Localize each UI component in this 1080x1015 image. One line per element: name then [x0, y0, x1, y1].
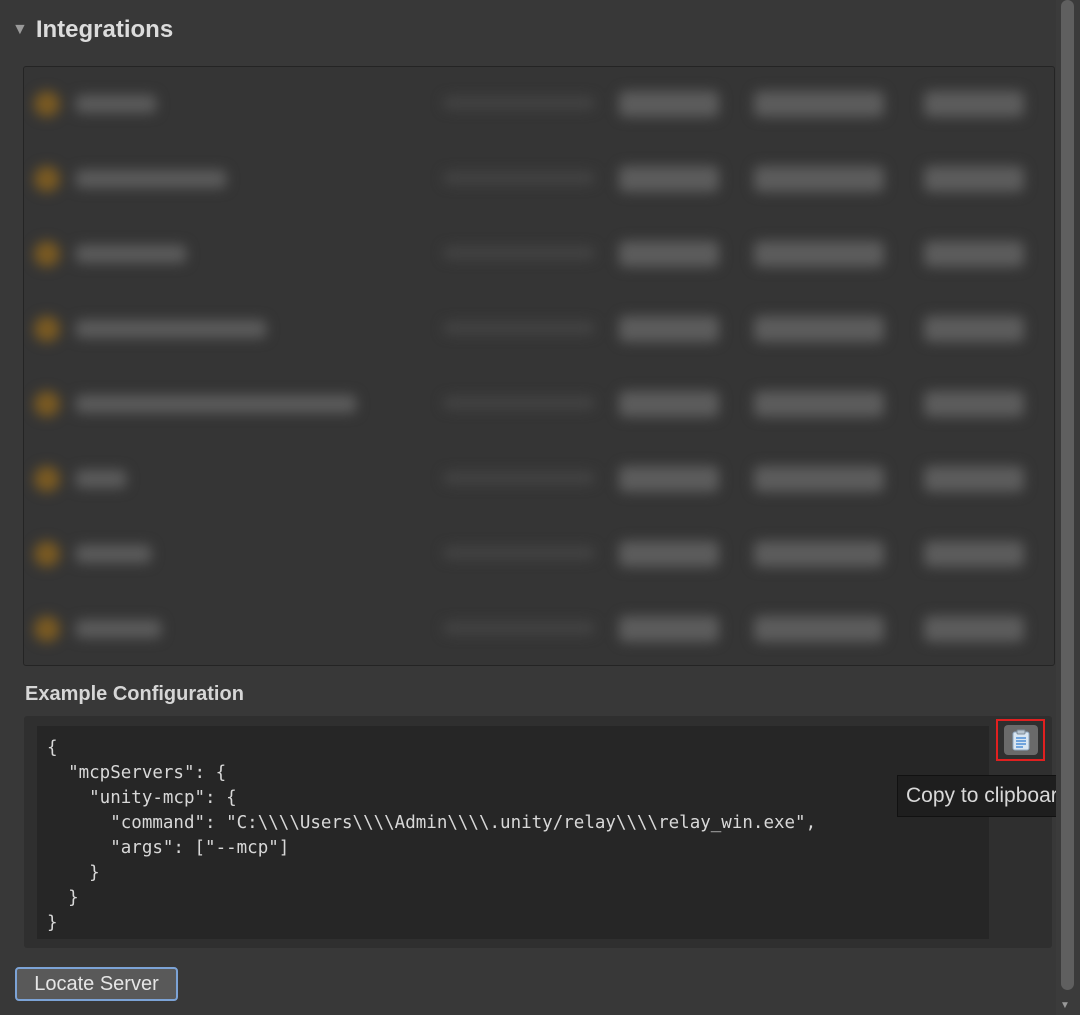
integration-status-redacted: [444, 472, 594, 484]
example-configuration-label: Example Configuration: [25, 683, 244, 705]
integration-status-redacted: [444, 547, 594, 559]
integration-action-button[interactable]: [924, 91, 1024, 117]
integration-row[interactable]: [24, 367, 1054, 441]
integration-action-button[interactable]: [619, 391, 719, 417]
copy-tooltip: Copy to clipboard: [897, 775, 1079, 817]
integrations-title: Integrations: [35, 16, 174, 43]
integration-action-button[interactable]: [924, 241, 1024, 267]
vertical-scrollbar[interactable]: ▼: [1056, 0, 1080, 1015]
integration-name-redacted: [76, 620, 161, 638]
integration-name-redacted: [76, 245, 186, 263]
integration-name-redacted: [76, 95, 156, 113]
integration-name-redacted: [76, 320, 266, 338]
scrollbar-thumb[interactable]: [1061, 0, 1074, 990]
integration-status-redacted: [444, 322, 594, 334]
integration-status-redacted: [444, 172, 594, 184]
integration-row[interactable]: [24, 442, 1054, 516]
integration-action-button[interactable]: [754, 241, 884, 267]
integration-action-button[interactable]: [924, 391, 1024, 417]
integration-action-button[interactable]: [924, 466, 1024, 492]
config-code-area[interactable]: { "mcpServers": { "unity-mcp": { "comman…: [37, 726, 989, 939]
integration-action-button[interactable]: [754, 166, 884, 192]
collapse-triangle-icon[interactable]: ▼: [12, 21, 28, 39]
integration-row[interactable]: [24, 292, 1054, 366]
integration-icon: [34, 616, 60, 642]
integration-action-button[interactable]: [619, 616, 719, 642]
integration-row[interactable]: [24, 517, 1054, 591]
integration-action-button[interactable]: [754, 466, 884, 492]
integration-row[interactable]: [24, 142, 1054, 216]
integration-action-button[interactable]: [924, 166, 1024, 192]
integration-action-button[interactable]: [924, 541, 1024, 567]
integration-action-button[interactable]: [754, 541, 884, 567]
integration-icon: [34, 316, 60, 342]
integration-name-redacted: [76, 470, 126, 488]
integration-action-button[interactable]: [619, 541, 719, 567]
integration-status-redacted: [444, 97, 594, 109]
integration-action-button[interactable]: [619, 241, 719, 267]
integration-icon: [34, 391, 60, 417]
clipboard-icon[interactable]: [1003, 725, 1038, 755]
integration-action-button[interactable]: [754, 91, 884, 117]
integration-status-redacted: [444, 622, 594, 634]
integration-row[interactable]: [24, 592, 1054, 665]
integration-action-button[interactable]: [924, 616, 1024, 642]
integration-action-button[interactable]: [924, 316, 1024, 342]
integration-icon: [34, 541, 60, 567]
integration-action-button[interactable]: [754, 316, 884, 342]
example-configuration-box: { "mcpServers": { "unity-mcp": { "comman…: [24, 716, 1052, 948]
integration-action-button[interactable]: [754, 391, 884, 417]
integration-name-redacted: [76, 395, 356, 413]
integration-status-redacted: [444, 397, 594, 409]
locate-server-button[interactable]: Locate Server: [15, 967, 178, 1001]
integration-icon: [34, 466, 60, 492]
integration-row[interactable]: [24, 217, 1054, 291]
integration-action-button[interactable]: [619, 316, 719, 342]
integrations-header[interactable]: ▼ Integrations: [12, 14, 173, 46]
config-code[interactable]: { "mcpServers": { "unity-mcp": { "comman…: [37, 726, 989, 936]
integration-action-button[interactable]: [754, 616, 884, 642]
integration-icon: [34, 91, 60, 117]
integrations-list: [23, 66, 1055, 666]
integration-name-redacted: [76, 170, 226, 188]
integration-action-button[interactable]: [619, 166, 719, 192]
integration-action-button[interactable]: [619, 91, 719, 117]
copy-to-clipboard-button[interactable]: [996, 719, 1045, 761]
integration-icon: [34, 241, 60, 267]
integration-icon: [34, 166, 60, 192]
integration-status-redacted: [444, 247, 594, 259]
integration-name-redacted: [76, 545, 151, 563]
integration-action-button[interactable]: [619, 466, 719, 492]
integration-row[interactable]: [24, 67, 1054, 141]
scroll-down-arrow-icon[interactable]: ▼: [1060, 1000, 1070, 1011]
